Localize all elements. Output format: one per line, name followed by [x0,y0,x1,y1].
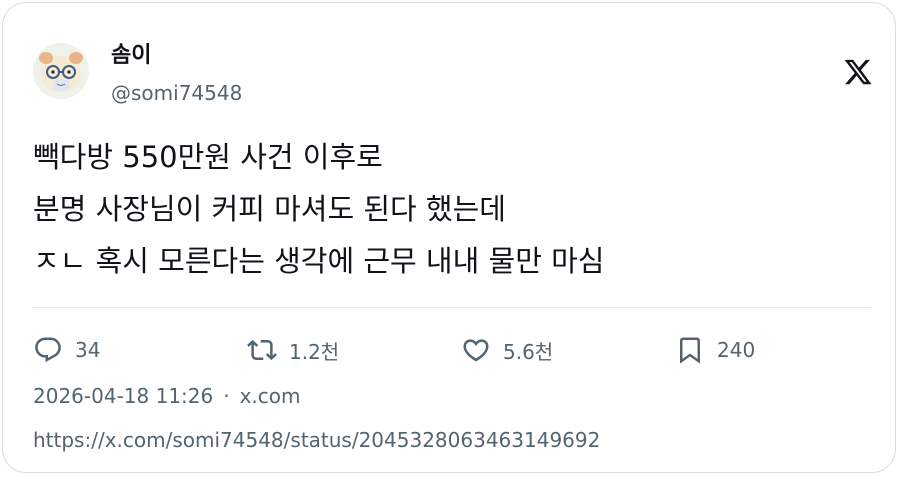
tweet-line: ㅈㄴ 혹시 모른다는 생각에 근무 내내 물만 마심 [33,244,605,278]
bookmark-icon [680,337,700,364]
avatar-character-icon [33,43,89,99]
tweet-line: 분명 사장님이 커피 마셔도 된다 했는데 [33,192,506,226]
retweet-icon [247,339,277,361]
tweet-text: 빽다방 550만원 사건 이후로 분명 사장님이 커피 마셔도 된다 했는데 ㅈ… [33,131,863,287]
retweet-button[interactable]: 1.2천 [247,333,339,367]
bookmark-count: 240 [717,338,756,362]
heart-icon [463,339,489,362]
source-link[interactable]: x.com [240,384,301,408]
tweet-card: 솜이 @somi74548 빽다방 550만원 사건 이후로 분명 사장님이 커… [2,2,896,473]
like-count: 5.6천 [503,339,554,364]
display-name[interactable]: 솜이 [111,41,151,71]
timestamp[interactable]: 2026-04-18 11:26 [33,384,213,408]
retweet-count: 1.2천 [289,339,340,364]
tweet-line: 빽다방 550만원 사건 이후로 [33,140,383,174]
user-handle[interactable]: @somi74548 [111,79,242,107]
avatar[interactable] [33,43,89,99]
divider [33,307,871,308]
like-button[interactable]: 5.6천 [461,333,553,367]
x-logo-icon[interactable] [843,57,873,87]
tweet-meta: 2026-04-18 11:26 · x.com [33,381,301,411]
bookmark-button[interactable]: 240 [675,333,755,367]
reply-count: 34 [75,338,101,362]
permalink[interactable]: https://x.com/somi74548/status/204532806… [33,425,600,455]
meta-separator: · [223,384,230,408]
reply-button[interactable]: 34 [33,333,100,367]
reply-icon [35,337,61,363]
